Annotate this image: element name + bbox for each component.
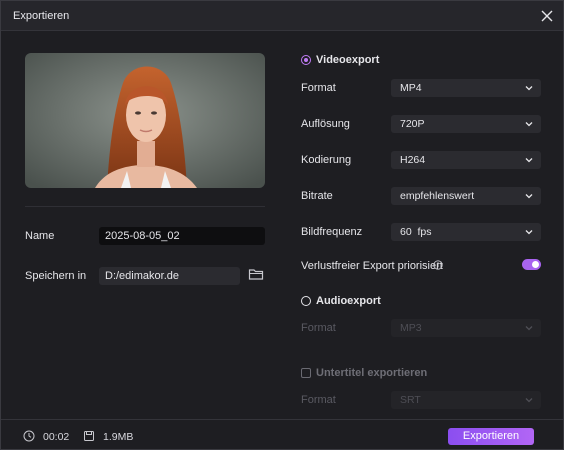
- clock-icon: [23, 430, 35, 442]
- format-label: Format: [301, 82, 336, 94]
- encoding-value: H264: [400, 154, 426, 166]
- lossless-toggle[interactable]: [522, 259, 541, 270]
- chevron-down-icon: [525, 326, 533, 331]
- audio-format-value: MP3: [400, 322, 422, 334]
- video-export-radio[interactable]: [301, 55, 311, 65]
- encoding-select[interactable]: H264: [391, 151, 541, 169]
- subtitle-export-label: Untertitel exportieren: [316, 367, 428, 379]
- dialog-title: Exportieren: [13, 10, 70, 22]
- chevron-down-icon: [525, 398, 533, 403]
- left-divider: [25, 206, 265, 207]
- name-label: Name: [25, 230, 55, 242]
- folder-icon[interactable]: [248, 267, 264, 281]
- chevron-down-icon: [525, 86, 533, 91]
- chevron-down-icon: [525, 230, 533, 235]
- save-path-input[interactable]: D:/edimakor.de: [99, 267, 240, 285]
- bitrate-value: empfehlenswert: [400, 190, 475, 202]
- bitrate-select[interactable]: empfehlenswert: [391, 187, 541, 205]
- framerate-label: Bildfrequenz: [301, 226, 363, 238]
- framerate-select[interactable]: 60 fps: [391, 223, 541, 241]
- lossless-label: Verlustfreier Export priorisiert: [301, 260, 443, 272]
- close-icon[interactable]: [537, 6, 557, 26]
- info-icon[interactable]: [433, 260, 443, 270]
- audio-export-radio[interactable]: [301, 296, 311, 306]
- subtitle-format-select[interactable]: SRT: [391, 391, 541, 409]
- export-button[interactable]: Exportieren: [448, 428, 534, 445]
- audio-format-select[interactable]: MP3: [391, 319, 541, 337]
- format-value: MP4: [400, 82, 422, 94]
- file-size-icon: [83, 430, 95, 442]
- title-bar: Exportieren: [1, 1, 563, 31]
- name-input[interactable]: 2025-08-05_02: [99, 227, 265, 245]
- encoding-label: Kodierung: [301, 154, 352, 166]
- footer-bar: 00:02 1.9MB Exportieren: [1, 419, 563, 449]
- subtitle-format-value: SRT: [400, 394, 421, 406]
- resolution-select[interactable]: 720P: [391, 115, 541, 133]
- video-export-label: Videoexport: [316, 54, 380, 66]
- subtitle-format-label: Format: [301, 394, 336, 406]
- framerate-value: 60 fps: [400, 226, 432, 238]
- save-location-label: Speichern in: [25, 270, 87, 282]
- format-select[interactable]: MP4: [391, 79, 541, 97]
- bitrate-label: Bitrate: [301, 190, 333, 202]
- audio-format-label: Format: [301, 322, 336, 334]
- export-dialog: Exportieren Name 2025-08-05_02 Speichern…: [0, 0, 564, 450]
- chevron-down-icon: [525, 194, 533, 199]
- resolution-label: Auflösung: [301, 118, 350, 130]
- chevron-down-icon: [525, 158, 533, 163]
- file-size-text: 1.9MB: [103, 431, 134, 443]
- audio-export-label: Audioexport: [316, 295, 381, 307]
- resolution-value: 720P: [400, 118, 425, 130]
- chevron-down-icon: [525, 122, 533, 127]
- duration-text: 00:02: [43, 431, 70, 443]
- video-preview: [25, 53, 265, 188]
- subtitle-export-checkbox[interactable]: [301, 368, 311, 378]
